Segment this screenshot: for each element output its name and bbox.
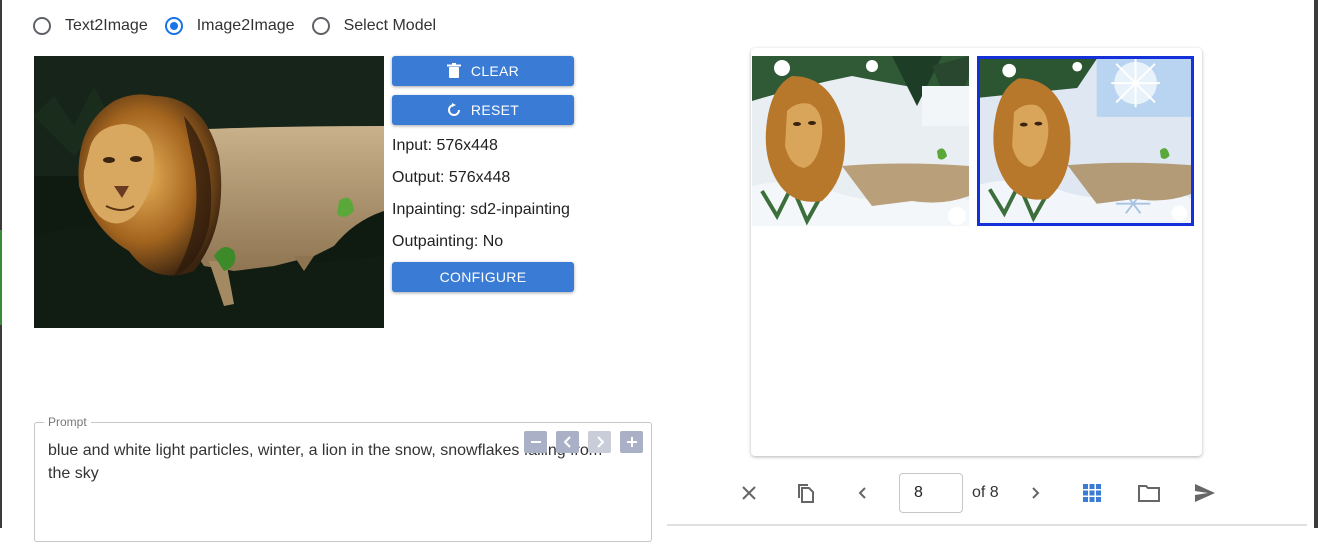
chevron-left-icon — [858, 487, 866, 499]
radio-image2image[interactable]: Image2Image — [164, 17, 295, 35]
radio-label-select-model: Select Model — [343, 17, 437, 34]
input-image[interactable] — [34, 56, 384, 328]
prompt-decrease-button[interactable] — [524, 431, 547, 453]
trash-icon — [446, 63, 461, 79]
radio-label-text2image: Text2Image — [65, 17, 148, 34]
prompt-prev-button[interactable] — [556, 431, 579, 453]
prompt-label: Prompt — [44, 415, 91, 429]
prompt-add-button[interactable] — [620, 431, 643, 453]
close-button[interactable] — [736, 480, 762, 506]
window-border-right — [1314, 0, 1318, 528]
close-icon — [742, 486, 756, 500]
outpainting-text: Outpainting: No — [392, 233, 504, 250]
input-size-text: Input: 576x448 — [392, 137, 498, 154]
reset-button-label: RESET — [470, 102, 520, 118]
next-image-button[interactable] — [1022, 480, 1048, 506]
window-border-accent — [0, 230, 2, 325]
mode-radio-group: Text2Image Image2Image Select Model — [33, 15, 453, 37]
copy-icon — [798, 484, 814, 503]
reset-icon — [447, 103, 461, 117]
clear-button-label: CLEAR — [470, 63, 520, 79]
configure-button[interactable]: CONFIGURE — [392, 262, 574, 292]
send-icon — [1195, 484, 1215, 502]
radio-button-checked[interactable] — [164, 17, 183, 35]
radio-button-unchecked[interactable] — [311, 17, 330, 35]
chevron-right-icon — [1032, 487, 1040, 499]
page-count-label: of 8 — [972, 484, 999, 501]
folder-icon — [1138, 485, 1160, 502]
gallery-thumbnail[interactable] — [752, 56, 969, 226]
chevron-left-icon — [563, 436, 571, 448]
page-number-input[interactable] — [899, 473, 963, 513]
configure-button-label: CONFIGURE — [439, 269, 527, 285]
grid-view-button[interactable] — [1079, 480, 1105, 506]
radio-text2image[interactable]: Text2Image — [33, 17, 148, 35]
chevron-right-icon — [596, 436, 604, 448]
inpainting-text: Inpainting: sd2-inpainting — [392, 201, 570, 218]
clear-button[interactable]: CLEAR — [392, 56, 574, 86]
prompt-next-button[interactable] — [588, 431, 611, 453]
reset-button[interactable]: RESET — [392, 95, 574, 125]
divider — [667, 524, 1307, 526]
radio-select-model[interactable]: Select Model — [311, 17, 437, 35]
radio-label-image2image: Image2Image — [196, 17, 295, 34]
prev-image-button[interactable] — [850, 480, 876, 506]
grid-icon — [1083, 484, 1101, 502]
copy-button[interactable] — [792, 480, 818, 506]
send-button[interactable] — [1192, 480, 1218, 506]
open-folder-button[interactable] — [1136, 480, 1162, 506]
radio-button-unchecked[interactable] — [33, 17, 51, 35]
output-size-text: Output: 576x448 — [392, 169, 511, 186]
minus-icon — [530, 441, 541, 443]
plus-icon — [626, 437, 637, 447]
gallery-thumbnail-selected[interactable] — [977, 56, 1194, 226]
